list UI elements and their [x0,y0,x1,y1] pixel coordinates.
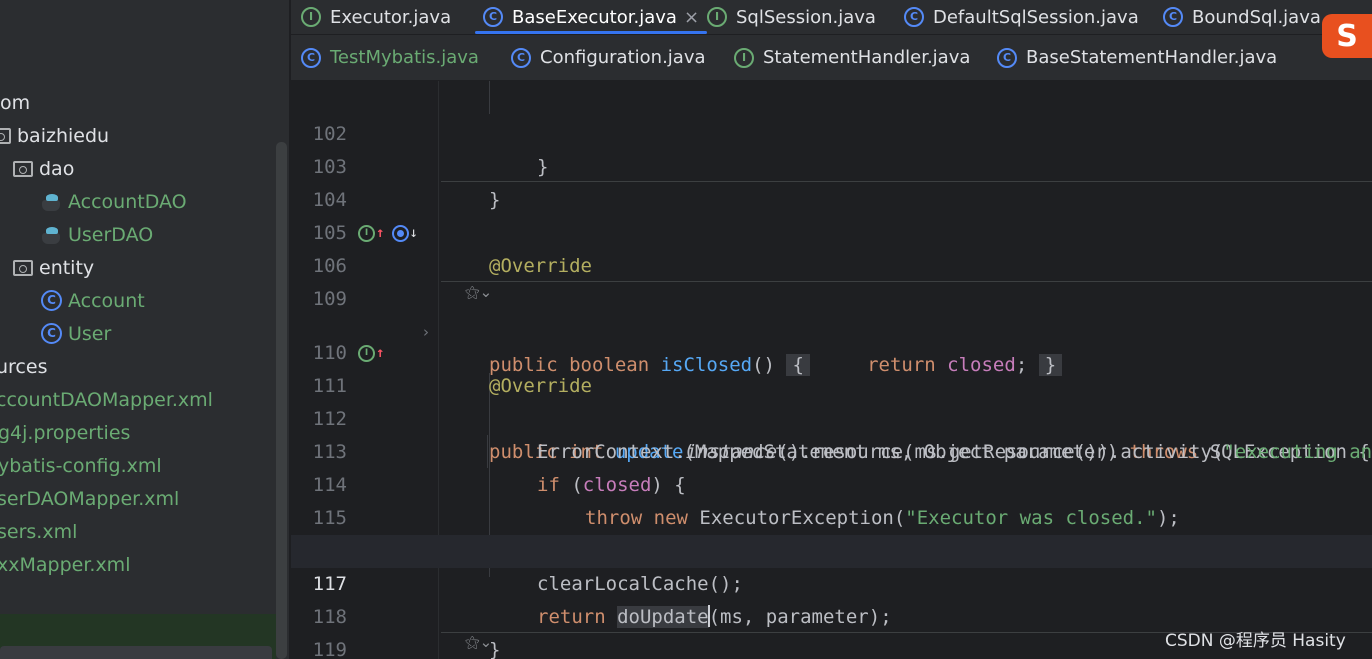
tree-item-label: Account [68,289,145,312]
tree-item-users-xml[interactable]: sers.xml [0,515,273,548]
project-tree: om baizhiedu dao AccountDAO UserDAO enti… [0,0,290,659]
tab-sqlsession[interactable]: I SqlSession.java [707,0,876,34]
tree-item-mybatis-config[interactable]: ybatis-config.xml [0,449,274,482]
tree-item-label: baizhiedu [17,124,110,147]
arrow-down-icon: ↓ [409,225,418,241]
tree-item-log4j[interactable]: g4j.properties [0,416,274,449]
gutter-markers[interactable]: I ↑ [358,337,384,370]
tab-testmybatis[interactable]: C TestMybatis.java [301,35,479,80]
tab-statementhandler[interactable]: I StatementHandler.java [734,35,970,80]
tree-item-label: om [0,91,31,114]
implements-icon[interactable]: I [358,225,375,242]
folder-icon [13,160,33,177]
code-line: 115 } [291,469,1372,562]
tree-item-label: ybatis-config.xml [0,454,162,477]
tree-item-xxmapper[interactable]: xxMapper.xml [0,548,273,581]
ime-badge[interactable]: S [1322,14,1372,58]
mapper-icon [40,225,62,245]
tab-baseexecutor[interactable]: C BaseExecutor.java × [474,0,708,34]
code-line: 105 @Override [291,184,1372,277]
interface-icon: I [707,7,727,27]
class-icon: C [904,7,924,27]
tab-boundsql[interactable]: C BoundSql.java [1163,0,1321,34]
class-icon: C [41,323,62,344]
tree-item-accountdaomapper[interactable]: ccountDAOMapper.xml [0,383,272,416]
mapper-icon [40,192,62,212]
arrow-up-icon: ↑ [376,345,385,361]
code-line: 114 throw new ExecutorException("Executo… [291,436,1372,529]
tree-item-user[interactable]: C User [41,317,289,350]
interface-icon: I [301,7,321,27]
tree-item-baizhiedu[interactable]: baizhiedu [0,119,267,152]
sidebar-scrollbar[interactable] [276,142,287,659]
tree-item-label: ccountDAOMapper.xml [0,388,213,411]
code-line: 111 I ↑ public int update(MappedStatement… [291,337,1372,463]
tree-item-label: UserDAO [68,223,154,246]
tree-item-label: entity [39,256,95,279]
tree-item-userdaomapper[interactable]: serDAOMapper.xml [0,482,273,515]
code-line-current: 117 return doUpdate(ms, parameter); [291,535,1372,628]
class-icon: C [483,7,503,27]
tree-item-label: serDAOMapper.xml [0,487,180,510]
tree-item-label: dao [39,157,75,180]
tree-item-label: urces [0,355,48,378]
code-line: 118 } [291,568,1372,659]
editor-tabs-row-1: I Executor.java C BaseExecutor.java × I … [291,0,1372,35]
class-icon: C [1163,7,1183,27]
tree-item-om[interactable]: om [0,86,276,119]
tree-item-label: sers.xml [0,520,78,543]
code-line: 109 [291,250,1372,310]
tree-item-testmybatis[interactable] [0,646,272,659]
tab-defaultsqlsession[interactable]: C DefaultSqlSession.java [904,0,1139,34]
tree-item-userdao[interactable]: UserDAO [40,218,289,251]
tree-item-label: g4j.properties [0,421,131,444]
code-line: 110 @Override [291,304,1372,397]
class-icon: C [997,47,1017,68]
tree-item-label: AccountDAO [68,190,187,213]
class-icon: C [41,290,62,311]
code-line: 106 I ↑ ↓ › public boolean isClosed() { r… [291,217,1372,376]
tab-executor[interactable]: I Executor.java [301,0,451,34]
tree-item-account[interactable]: C Account [41,284,289,317]
tab-basestatementhandler[interactable]: C BaseStatementHandler.java [997,35,1277,80]
gutter-markers[interactable]: I ↑ ↓ [358,217,418,250]
editor-tabs-row-2: C TestMybatis.java C Configuration.java … [291,35,1372,81]
implements-icon[interactable]: I [358,345,375,362]
tree-item-accountdao[interactable]: AccountDAO [40,185,289,218]
code-line: 104 [291,151,1372,211]
code-editor[interactable]: ⚝⌄ ⚝⌄ 102 } 103 } 104 105 @Override 106 … [291,81,1372,659]
folder-icon [13,259,33,276]
code-line: 103 } [291,118,1372,211]
code-line: 116 clearLocalCache(); [291,502,1372,595]
code-line: 102 } [291,85,1372,178]
overridden-icon[interactable] [392,225,410,242]
tree-item-label: User [68,322,112,345]
tree-item-entity[interactable]: entity [13,251,289,284]
tree-item-resources[interactable]: urces [0,350,272,383]
tree-item-label: xxMapper.xml [0,553,131,576]
watermark: CSDN @程序员 Hasity [1165,631,1346,651]
line-number: 119 [312,639,347,659]
tree-item-dao[interactable]: dao [13,152,289,185]
tab-configuration[interactable]: C Configuration.java [511,35,706,80]
close-icon[interactable]: × [684,7,699,28]
arrow-up-icon: ↑ [376,225,385,241]
class-icon: C [301,47,321,68]
code-line: 113 if (closed) { [291,403,1372,496]
class-icon: C [511,47,531,68]
folder-icon [0,127,11,144]
inlay-hint-icon[interactable]: ⚝⌄ [465,283,492,301]
code-line: 112 ErrorContext.instance().resource(ms.… [291,370,1372,463]
interface-icon: I [734,47,754,68]
